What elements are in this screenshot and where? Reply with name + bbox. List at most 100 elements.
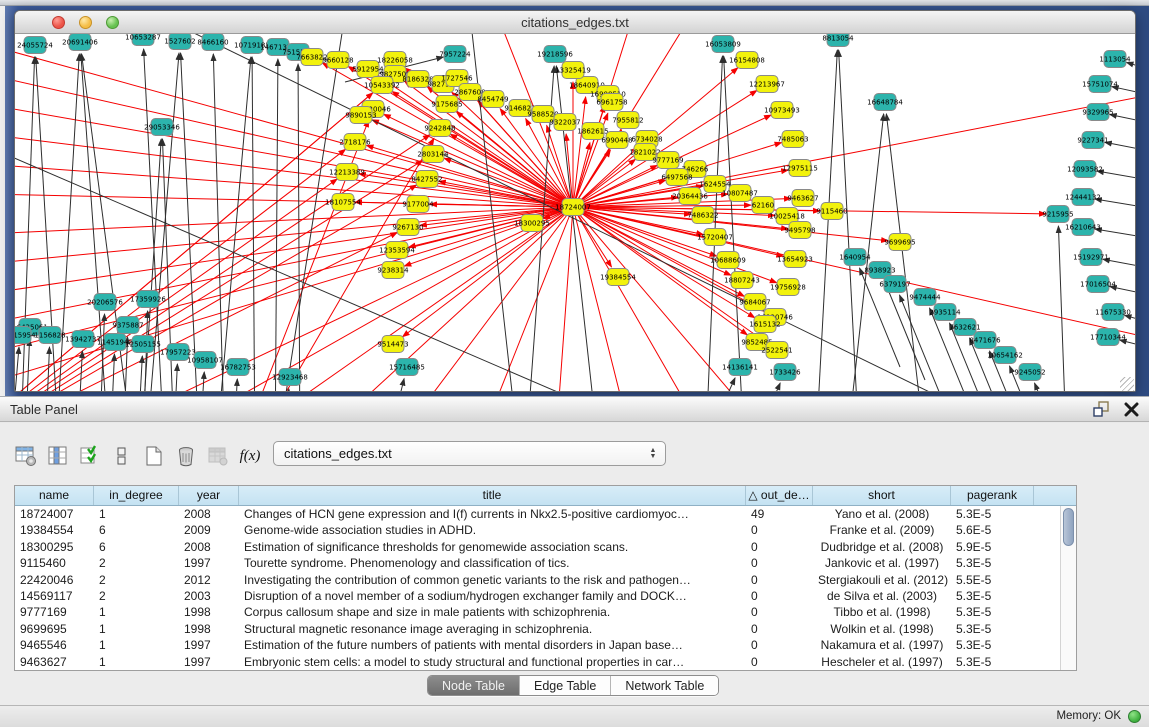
graph-node[interactable]: 20691406 [62, 34, 98, 51]
column-header-year[interactable]: year [179, 486, 239, 505]
graph-node[interactable]: 6961758 [596, 94, 627, 111]
table-row[interactable]: 1456911722003Disruption of a novel membe… [15, 588, 1060, 604]
graph-node[interactable]: 17359926 [130, 291, 166, 308]
graph-node[interactable]: 9215955 [1042, 206, 1073, 223]
graph-node[interactable]: 9329965 [1082, 104, 1113, 121]
graph-node[interactable]: 10688609 [710, 252, 746, 269]
graph-node[interactable]: 8813054 [822, 34, 854, 47]
graph-node[interactable]: 9375887 [112, 317, 143, 334]
graph-node[interactable]: 14136141 [722, 359, 758, 376]
graph-node[interactable]: 19218596 [537, 46, 573, 63]
delete-icon[interactable] [174, 444, 198, 468]
tab-node-table[interactable]: Node Table [428, 676, 520, 695]
graph-node[interactable]: 9238314 [377, 262, 409, 279]
graph-node[interactable]: 10654162 [987, 347, 1023, 364]
close-icon[interactable] [1124, 402, 1139, 417]
graph-node[interactable]: 1156828 [34, 327, 65, 344]
table-columns-icon[interactable] [46, 444, 70, 468]
graph-node[interactable]: 19756928 [770, 279, 806, 296]
graph-node[interactable]: 15716485 [389, 359, 425, 376]
graph-node[interactable]: 9177004 [402, 196, 434, 213]
graph-node[interactable]: 9115460 [816, 203, 847, 220]
graph-node[interactable]: 2522541 [761, 342, 792, 359]
table-row[interactable]: 946554611997Estimation of the future num… [15, 637, 1060, 653]
graph-node[interactable]: 1527602 [164, 34, 195, 50]
graph-node[interactable]: 7957224 [439, 46, 471, 63]
graph-node[interactable]: 13654923 [777, 251, 813, 268]
graph-node[interactable]: 8427552 [411, 171, 442, 188]
graph-node[interactable]: 1640954 [839, 249, 871, 266]
graph-node[interactable]: 9463627 [787, 190, 818, 207]
graph-node[interactable]: 9267130 [392, 219, 423, 236]
graph-node[interactable]: 16154808 [729, 52, 765, 69]
window-resize-grip[interactable] [1120, 377, 1134, 391]
graph-node[interactable]: 13325419 [555, 62, 591, 79]
graph-node[interactable]: 9474444 [909, 289, 941, 306]
vertical-scrollbar[interactable] [1060, 506, 1076, 670]
table-row[interactable]: 1872400712008Changes of HCN gene express… [15, 506, 1060, 522]
table-selector-dropdown[interactable]: citations_edges.txt ▲▼ [273, 441, 666, 466]
tab-edge-table[interactable]: Edge Table [520, 676, 611, 695]
graph-node[interactable]: 2718176 [339, 134, 371, 151]
graph-node[interactable]: 9245052 [1014, 364, 1045, 381]
graph-node[interactable]: 1733426 [769, 364, 801, 381]
graph-node[interactable]: 2803144 [417, 146, 449, 163]
graph-node[interactable]: 12213967 [749, 76, 785, 93]
graph-node[interactable]: 7486322 [687, 207, 718, 224]
new-file-icon[interactable] [142, 444, 166, 468]
table-row[interactable]: 1938455462009Genome-wide association stu… [15, 522, 1060, 538]
memory-status-icon[interactable] [1128, 710, 1141, 723]
graph-node[interactable]: 9495798 [784, 222, 815, 239]
graph-node[interactable]: 24055724 [17, 37, 53, 54]
table-row[interactable]: 911546021997Tourette syndrome. Phenomeno… [15, 555, 1060, 571]
graph-node[interactable]: 12923468 [272, 369, 308, 386]
graph-node[interactable]: 1113054 [1099, 51, 1131, 68]
graph-node[interactable]: 9699695 [884, 234, 915, 251]
graph-node[interactable]: 9684067 [739, 294, 770, 311]
graph-node[interactable]: 17016504 [1080, 276, 1116, 293]
table-row[interactable]: 969969511998Structural magnetic resonanc… [15, 621, 1060, 637]
graph-node[interactable]: 9322037 [549, 114, 580, 131]
graph-node[interactable]: 12975115 [782, 160, 818, 177]
graph-node[interactable]: 12444132 [1065, 189, 1101, 206]
graph-node[interactable]: 9227341 [1077, 132, 1108, 149]
column-header-title[interactable]: title [239, 486, 746, 505]
function-builder-icon[interactable]: f(x) [238, 444, 262, 468]
graph-node[interactable]: 18107554 [325, 194, 361, 211]
graph-node[interactable]: 9660128 [322, 52, 353, 69]
column-header-in_degree[interactable]: in_degree [94, 486, 179, 505]
graph-node[interactable]: 2935114 [929, 304, 961, 321]
graph-node[interactable]: 6497568 [661, 169, 692, 186]
network-view-window[interactable]: citations_edges.txt 18724007240557242069… [14, 10, 1136, 392]
graph-node[interactable]: 6990448 [601, 132, 632, 149]
graph-node[interactable]: 9777169 [652, 152, 683, 169]
graph-node[interactable]: 20206576 [87, 294, 123, 311]
import-table-disabled-icon[interactable] [206, 444, 230, 468]
graph-node[interactable]: 62160 [752, 197, 774, 214]
graph-node[interactable]: 12213389 [329, 164, 365, 181]
network-canvas[interactable]: 1872400724055724206914061065328715276028… [15, 34, 1135, 392]
column-header-name[interactable]: name [15, 486, 94, 505]
table-row[interactable]: 946362711997Embryonic stem cells: a mode… [15, 654, 1060, 670]
table-checks-icon[interactable] [78, 444, 102, 468]
column-header-out_de[interactable]: △ out_de… [746, 486, 813, 505]
graph-node[interactable]: 19384554 [600, 269, 636, 286]
graph-node[interactable]: 6379197 [879, 276, 910, 293]
graph-node[interactable]: 8466160 [197, 34, 228, 51]
graph-node[interactable]: 1615132 [749, 316, 780, 333]
graph-node[interactable]: 12093582 [1067, 161, 1103, 178]
graph-node[interactable]: 9514473 [377, 336, 408, 353]
graph-node[interactable]: 9175685 [431, 96, 462, 113]
graph-node[interactable]: 16053809 [705, 36, 741, 53]
graph-node[interactable]: 16782753 [220, 359, 256, 376]
column-header-short[interactable]: short [813, 486, 951, 505]
column-header-pagerank[interactable]: pagerank [951, 486, 1034, 505]
graph-node[interactable]: 7485063 [777, 131, 808, 148]
network-graph[interactable]: 1872400724055724206914061065328715276028… [15, 34, 1135, 392]
graph-node[interactable]: 15751074 [1082, 76, 1118, 93]
graph-node[interactable]: 16210643 [1065, 219, 1101, 236]
float-window-icon[interactable] [1093, 401, 1110, 417]
network-window-titlebar[interactable]: citations_edges.txt [15, 11, 1135, 34]
graph-node[interactable]: 9242848 [424, 120, 455, 137]
graph-node[interactable]: 16648784 [867, 94, 903, 111]
